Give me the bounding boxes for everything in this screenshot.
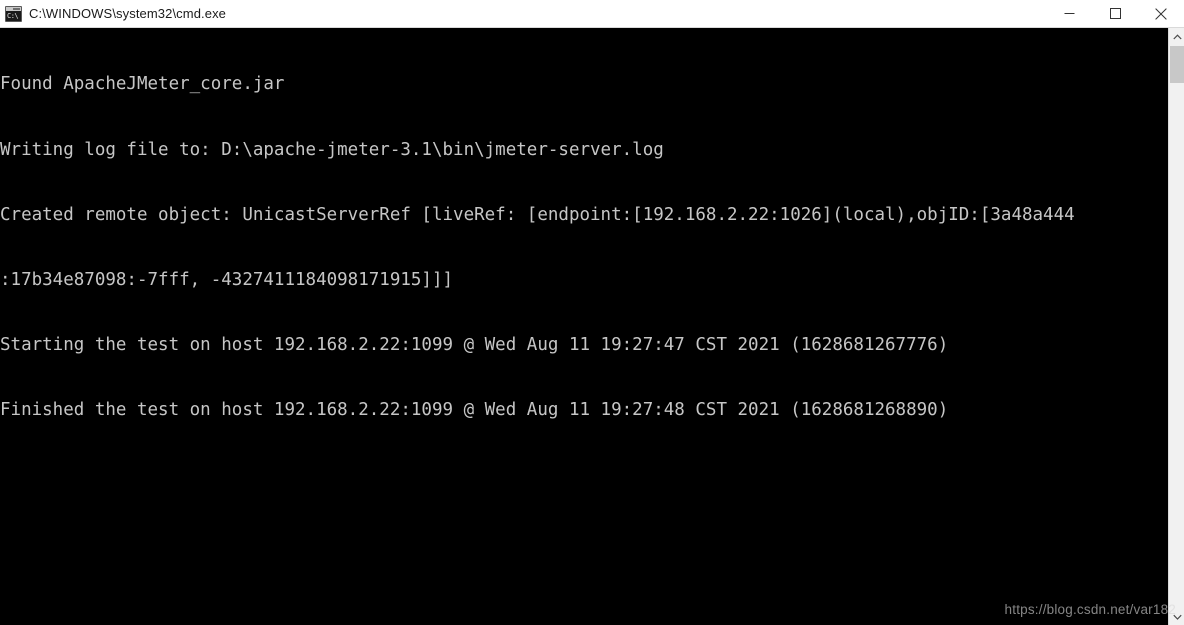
title-bar[interactable]: C:\ C:\WINDOWS\system32\cmd.exe: [0, 0, 1184, 28]
cmd-console-icon: C:\: [5, 5, 22, 22]
cmd-icon-titlebar: [6, 6, 21, 11]
chevron-down-icon[interactable]: [1169, 608, 1184, 625]
console-line: Found ApacheJMeter_core.jar: [0, 74, 285, 95]
window-title: C:\WINDOWS\system32\cmd.exe: [29, 6, 227, 21]
scrollbar-thumb[interactable]: [1170, 46, 1184, 83]
console-line: :17b34e87098:-7fff, -4327411184098171915…: [0, 269, 454, 290]
maximize-button[interactable]: [1092, 0, 1138, 27]
cmd-icon-prompt-glyph: C:\: [7, 11, 19, 20]
cmd-window: C:\ C:\WINDOWS\system32\cmd.exe Found Ap…: [0, 0, 1184, 625]
window-controls: [1046, 0, 1184, 27]
close-button[interactable]: [1138, 0, 1184, 27]
minimize-button[interactable]: [1046, 0, 1092, 27]
console-line: Starting the test on host 192.168.2.22:1…: [0, 334, 949, 355]
console-line: Writing log file to: D:\apache-jmeter-3.…: [0, 139, 664, 160]
console-output-area[interactable]: Found ApacheJMeter_core.jar Writing log …: [0, 28, 1166, 625]
console-line: Created remote object: UnicastServerRef …: [0, 204, 1075, 225]
chevron-up-icon[interactable]: [1169, 28, 1184, 45]
vertical-scrollbar[interactable]: [1168, 28, 1184, 625]
console-line: Finished the test on host 192.168.2.22:1…: [0, 399, 949, 420]
console-text: Found ApacheJMeter_core.jar Writing log …: [0, 28, 1166, 465]
